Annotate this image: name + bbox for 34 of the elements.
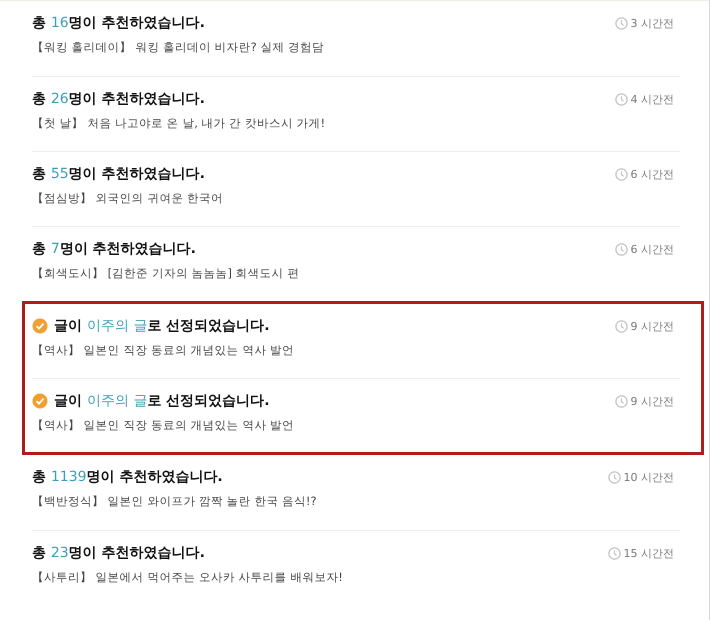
timestamp: 15 시간전 <box>624 546 675 560</box>
post-title-link[interactable]: 【워킹 홀리데이】 워킹 홀리데이 비자란? 실제 경험담 <box>32 40 324 55</box>
clock-icon <box>614 394 628 408</box>
clock-icon <box>614 16 628 30</box>
clock-icon <box>614 168 628 180</box>
notification-heading: 글이 이주의 글로 선정되었습니다. <box>54 317 270 335</box>
clock-icon <box>614 92 628 106</box>
notification-heading: 글이 이주의 글로 선정되었습니다. <box>54 392 270 410</box>
notification-heading: 총 16명이 추천하였습니다. <box>32 14 205 32</box>
notification-heading: 총 26명이 추천하였습니다. <box>32 90 205 108</box>
post-title-link[interactable]: 【역사】 일본인 직장 동료의 개념있는 역사 발언 <box>32 418 294 433</box>
notification-heading: 총 23명이 추천하였습니다. <box>32 544 205 562</box>
post-title-link[interactable]: 【역사】 일본인 직장 동료의 개념있는 역사 발언 <box>32 343 294 358</box>
clock-icon <box>608 546 620 560</box>
post-title-link[interactable]: 【백반정식】 일본인 와이프가 깜짝 놀란 한국 음식!? <box>32 494 317 509</box>
check-badge-icon <box>32 318 48 334</box>
clock-icon <box>614 242 628 256</box>
timestamp: 9 시간전 <box>630 394 675 408</box>
post-title-link[interactable]: 【회색도시】 [김한준 기자의 놈놈놈] 회색도시 편 <box>32 266 300 281</box>
clock-icon <box>614 320 628 332</box>
notification-heading: 총 1139명이 추천하였습니다. <box>32 468 223 486</box>
timestamp: 9 시간전 <box>630 318 675 334</box>
notification-heading: 총 55명이 추천하였습니다. <box>32 165 205 183</box>
timestamp: 3 시간전 <box>630 16 675 30</box>
timestamp: 10 시간전 <box>624 470 675 484</box>
post-title-link[interactable]: 【점심방】 외국인의 귀여운 한국어 <box>32 191 223 206</box>
check-badge-icon <box>32 393 48 409</box>
notification-heading: 총 7명이 추천하였습니다. <box>32 240 196 258</box>
timestamp: 4 시간전 <box>630 92 675 106</box>
post-title-link[interactable]: 【첫 날】 처음 나고야로 온 날, 내가 간 캇바스시 가게! <box>32 116 326 131</box>
post-title-link[interactable]: 【사투리】 일본에서 먹어주는 오사카 사투리를 배워보자! <box>32 570 343 585</box>
clock-icon <box>608 470 620 484</box>
timestamp: 6 시간전 <box>630 242 675 256</box>
timestamp: 6 시간전 <box>630 166 675 182</box>
